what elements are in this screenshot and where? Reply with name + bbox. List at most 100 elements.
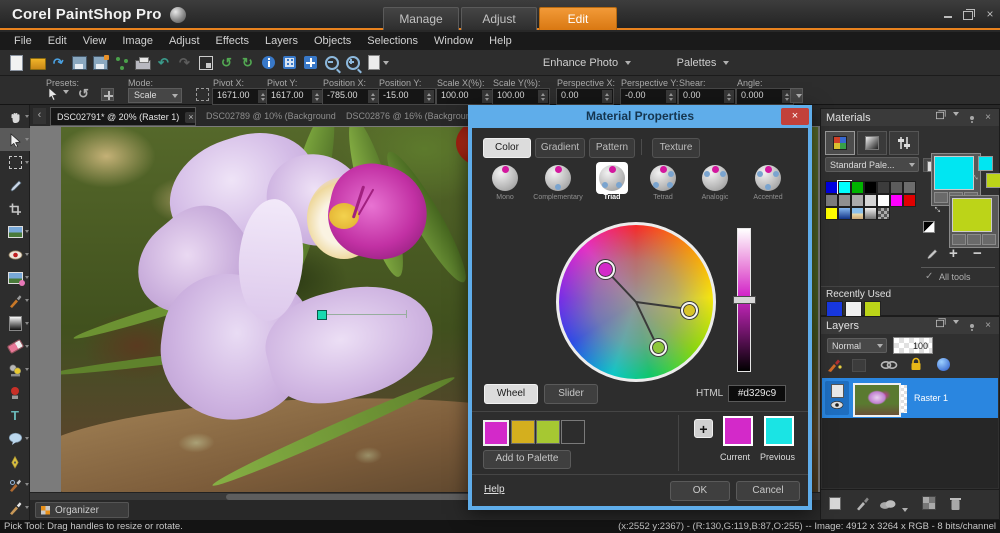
redo-icon[interactable]: ↷	[176, 54, 193, 72]
swatch[interactable]	[864, 181, 877, 194]
rotate-right-icon[interactable]: ↻	[239, 54, 256, 72]
shear-field[interactable]: 0.00	[678, 88, 736, 105]
wheel-handle-primary[interactable]	[596, 260, 615, 279]
navigate-icon[interactable]	[302, 54, 319, 72]
visibility-eye-icon[interactable]	[830, 400, 844, 410]
scale-y-field[interactable]: 100.00	[492, 88, 550, 105]
dialog-swatch-3[interactable]	[536, 420, 560, 444]
swatch[interactable]	[851, 194, 864, 207]
panel-restore-icon[interactable]	[934, 110, 946, 125]
dialog-swatch-1[interactable]	[483, 420, 509, 446]
materials-tab-gradient[interactable]	[857, 131, 887, 155]
layer-thumbnail[interactable]	[853, 383, 901, 417]
duplicate-icon[interactable]	[365, 54, 391, 72]
black-white-reset-icon[interactable]	[923, 221, 935, 233]
share-icon[interactable]	[113, 54, 130, 72]
rotate-left-icon[interactable]: ↺	[218, 54, 235, 72]
perspective-y-field[interactable]: -0.00	[620, 88, 678, 105]
lightness-slider-handle[interactable]	[733, 296, 756, 304]
brush-tool[interactable]	[0, 289, 30, 312]
foreground-swatch[interactable]	[934, 156, 974, 190]
add-material-button[interactable]: +	[694, 419, 713, 438]
opacity-field[interactable]: 100	[893, 337, 933, 354]
tab-close-icon[interactable]: ×	[185, 112, 196, 123]
dialog-title[interactable]: Material Properties	[468, 105, 812, 128]
warp-brush-tool[interactable]	[0, 473, 30, 496]
cloud-dropdown-icon[interactable]	[902, 508, 908, 515]
cancel-button[interactable]: Cancel	[736, 481, 800, 501]
help-link[interactable]: Help	[484, 484, 505, 495]
background-color-swatch-small[interactable]	[986, 173, 1000, 188]
undo-icon[interactable]: ↶	[155, 54, 172, 72]
pan-tool[interactable]	[0, 105, 30, 128]
organizer-button[interactable]: Organizer	[35, 502, 129, 518]
straighten-tool[interactable]	[0, 220, 30, 243]
position-y-field[interactable]: -15.00	[378, 88, 436, 105]
swatch[interactable]	[838, 194, 851, 207]
swatch[interactable]	[877, 207, 890, 220]
panel-close-icon[interactable]: ×	[982, 319, 994, 333]
panel-close-icon[interactable]: ×	[982, 111, 994, 125]
layer-brush-icon[interactable]	[855, 496, 870, 511]
palettes-button[interactable]: Palettes	[661, 54, 741, 72]
bg-texture-button[interactable]	[967, 234, 981, 245]
scan-icon[interactable]: ↷	[50, 54, 67, 72]
delete-layer-icon[interactable]	[949, 496, 962, 511]
print-icon[interactable]	[134, 54, 151, 72]
pivot-y-field[interactable]: 1617.00	[266, 88, 324, 105]
harmony-complementary[interactable]: Complementary	[532, 165, 584, 201]
add-swatch-icon[interactable]: +	[949, 245, 958, 262]
tab-edit[interactable]: Edit	[539, 7, 617, 30]
panel-pin-icon[interactable]	[966, 111, 978, 125]
materials-tab-swatches[interactable]	[825, 131, 855, 155]
wheel-view-button[interactable]: Wheel	[484, 384, 538, 404]
document-tab-2[interactable]: DSC02789 @ 10% (Background)	[200, 107, 336, 126]
info-icon[interactable]	[260, 54, 277, 72]
crop-tool[interactable]	[0, 197, 30, 220]
eraser-tool[interactable]	[0, 335, 30, 358]
panel-menu-icon[interactable]	[950, 319, 962, 333]
html-color-field[interactable]: #d329c9	[728, 385, 786, 402]
pivot-x-field[interactable]: 1671.00	[212, 88, 270, 105]
save-icon[interactable]	[71, 54, 88, 72]
bg-style-button[interactable]	[952, 234, 966, 245]
dialog-swatch-empty[interactable]	[561, 420, 585, 444]
swatch[interactable]	[890, 194, 903, 207]
resize-icon[interactable]	[197, 54, 214, 72]
link-layers-icon[interactable]	[880, 359, 898, 371]
oil-brush-tool[interactable]	[0, 496, 30, 519]
menu-view[interactable]: View	[75, 32, 115, 50]
presets-picker-button[interactable]	[46, 87, 70, 103]
panel-menu-icon[interactable]	[950, 111, 962, 125]
recent-swatch[interactable]	[845, 301, 862, 317]
menu-help[interactable]: Help	[481, 32, 520, 50]
previous-color-swatch[interactable]	[764, 416, 794, 446]
menu-objects[interactable]: Objects	[306, 32, 359, 50]
text-tool[interactable]: T	[0, 404, 30, 427]
blend-mode-dropdown[interactable]: Normal	[827, 338, 887, 353]
ok-button[interactable]: OK	[670, 481, 730, 501]
harmony-analogic[interactable]: Analogic	[689, 165, 741, 201]
palette-dropdown[interactable]: Standard Pale...	[825, 157, 919, 172]
menu-image[interactable]: Image	[114, 32, 161, 50]
makeover-tool[interactable]	[0, 266, 30, 289]
lock-icon[interactable]	[909, 357, 923, 372]
red-eye-tool[interactable]	[0, 243, 30, 266]
swatch[interactable]	[851, 207, 864, 220]
angle-field[interactable]: 0.000	[736, 88, 794, 105]
harmony-mono[interactable]: Mono	[479, 165, 531, 201]
tab-adjust[interactable]: Adjust	[461, 7, 537, 30]
swatch[interactable]	[890, 181, 903, 194]
add-to-palette-button[interactable]: Add to Palette	[483, 450, 571, 469]
swatch[interactable]	[825, 207, 838, 220]
recent-swatch[interactable]	[826, 301, 843, 317]
dialog-tab-color[interactable]: Color	[483, 138, 531, 158]
all-tools-checkbox[interactable]: ✓	[925, 271, 933, 282]
dialog-tab-pattern[interactable]: Pattern	[589, 138, 635, 158]
dialog-tab-texture[interactable]: Texture	[652, 138, 700, 158]
save-preset-icon[interactable]	[101, 88, 114, 101]
tab-scroll-left-button[interactable]: ‹	[33, 108, 46, 124]
document-tab-3[interactable]: DSC02876 @ 16% (Background)	[340, 107, 476, 126]
zoom-out-icon[interactable]	[323, 54, 340, 72]
layer-grid-icon[interactable]	[923, 497, 935, 509]
